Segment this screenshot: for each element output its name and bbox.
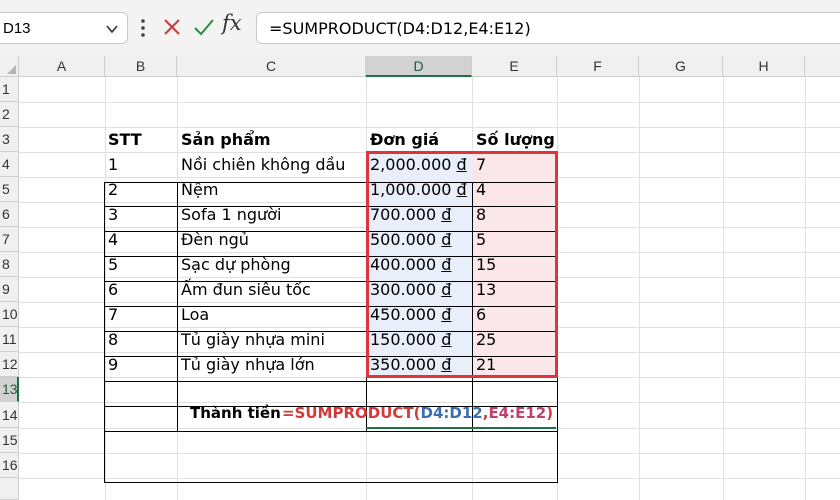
column-header-d[interactable]: D xyxy=(366,56,472,77)
total-formula-cell[interactable]: =SUMPRODUCT(D4:D12,E4:E12) xyxy=(282,401,553,426)
header-stt[interactable]: STT xyxy=(108,127,142,152)
stt-cell[interactable]: 1 xyxy=(108,152,118,177)
table-border xyxy=(104,431,557,432)
worksheet-grid[interactable]: A B C D E F G H 1 2 3 4 5 6 7 8 9 10 11 … xyxy=(0,56,840,500)
column-header-f[interactable]: F xyxy=(557,56,639,77)
range-highlight-border xyxy=(366,151,558,378)
row-header-17[interactable] xyxy=(0,478,19,500)
column-header-c[interactable]: C xyxy=(177,56,366,77)
more-options-icon[interactable] xyxy=(140,18,146,38)
product-cell[interactable]: Ấm đun siêu tốc xyxy=(181,277,311,302)
column-header-i[interactable] xyxy=(805,56,840,77)
product-cell[interactable]: Loa xyxy=(181,302,209,327)
select-all-button[interactable] xyxy=(0,56,19,77)
row-header-5[interactable]: 5 xyxy=(0,177,19,202)
formula-bar: D13 fx =SUMPRODUCT(D4:D12,E4:E12) xyxy=(0,0,840,56)
column-header-g[interactable]: G xyxy=(639,56,723,77)
product-cell[interactable]: Tủ giày nhựa lớn xyxy=(181,352,315,377)
stt-cell[interactable]: 9 xyxy=(108,352,118,377)
stt-cell[interactable]: 4 xyxy=(108,227,118,252)
row-header-2[interactable]: 2 xyxy=(0,102,19,127)
x-icon[interactable] xyxy=(162,17,182,37)
column-header-b[interactable]: B xyxy=(105,56,177,77)
row-header-16[interactable]: 16 xyxy=(0,453,19,478)
insert-function-button[interactable]: fx xyxy=(222,11,242,35)
table-border xyxy=(177,182,178,432)
stt-cell[interactable]: 8 xyxy=(108,327,118,352)
column-header-e[interactable]: E xyxy=(472,56,557,77)
stt-cell[interactable]: 6 xyxy=(108,277,118,302)
stt-cell[interactable]: 3 xyxy=(108,202,118,227)
table-border xyxy=(104,182,105,483)
gridline xyxy=(639,77,640,500)
total-label[interactable]: Thành tiền xyxy=(190,401,281,426)
header-product[interactable]: Sản phẩm xyxy=(181,127,271,152)
header-price[interactable]: Đơn giá xyxy=(370,127,439,152)
stt-cell[interactable]: 2 xyxy=(108,177,118,202)
check-icon[interactable] xyxy=(193,17,215,37)
gridline xyxy=(805,77,806,500)
gridline xyxy=(19,478,840,479)
product-cell[interactable]: Sạc dự phòng xyxy=(181,252,291,277)
column-header-a[interactable]: A xyxy=(19,56,105,77)
row-header-12[interactable]: 12 xyxy=(0,352,19,377)
table-border xyxy=(104,381,557,382)
column-header-h[interactable]: H xyxy=(723,56,805,77)
product-cell[interactable]: Đèn ngủ xyxy=(181,227,249,252)
product-cell[interactable]: Nệm xyxy=(181,177,218,202)
row-header-7[interactable]: 7 xyxy=(0,227,19,252)
gridline xyxy=(105,77,106,500)
active-cell-indicator xyxy=(366,427,556,429)
row-header-1[interactable]: 1 xyxy=(0,77,19,102)
row-header-9[interactable]: 9 xyxy=(0,277,19,302)
row-header-11[interactable]: 11 xyxy=(0,327,19,352)
gridline xyxy=(19,453,840,454)
row-header-6[interactable]: 6 xyxy=(0,202,19,227)
gridline xyxy=(723,77,724,500)
product-cell[interactable]: Tủ giày nhựa mini xyxy=(181,327,325,352)
row-header-3[interactable]: 3 xyxy=(0,127,19,152)
header-quantity[interactable]: Số lượng xyxy=(476,127,555,152)
chevron-down-icon[interactable] xyxy=(105,22,119,36)
gridline xyxy=(19,102,840,103)
stt-cell[interactable]: 5 xyxy=(108,252,118,277)
row-header-4[interactable]: 4 xyxy=(0,152,19,177)
row-header-10[interactable]: 10 xyxy=(0,302,19,327)
row-header-14[interactable]: 14 xyxy=(0,402,19,428)
name-box[interactable]: D13 xyxy=(0,12,128,44)
row-header-8[interactable]: 8 xyxy=(0,252,19,277)
product-cell[interactable]: Sofa 1 người xyxy=(181,202,281,227)
stt-cell[interactable]: 7 xyxy=(108,302,118,327)
row-header-13[interactable]: 13 xyxy=(0,377,19,402)
row-header-15[interactable]: 15 xyxy=(0,428,19,453)
formula-input[interactable]: =SUMPRODUCT(D4:D12,E4:E12) xyxy=(256,12,840,44)
product-cell[interactable]: Nồi chiên không dầu xyxy=(181,152,345,177)
name-box-value: D13 xyxy=(3,20,31,37)
table-border xyxy=(104,482,557,483)
formula-text: =SUMPRODUCT(D4:D12,E4:E12) xyxy=(269,19,531,38)
